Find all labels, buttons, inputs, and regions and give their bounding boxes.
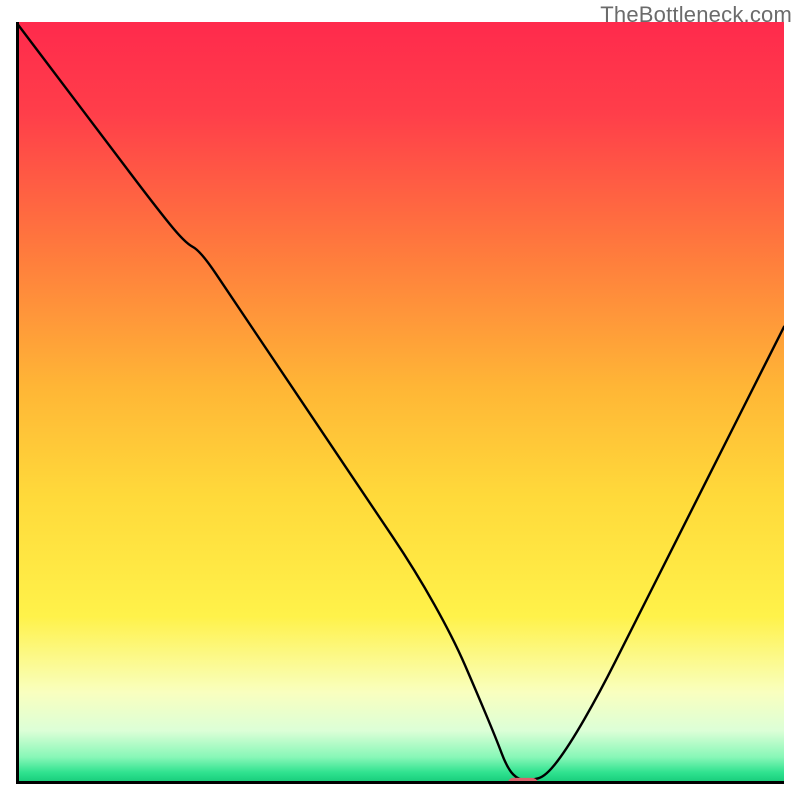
gradient-background <box>16 22 784 784</box>
bottleneck-chart: TheBottleneck.com <box>0 0 800 800</box>
plot-area <box>16 22 784 784</box>
chart-svg <box>16 22 784 784</box>
